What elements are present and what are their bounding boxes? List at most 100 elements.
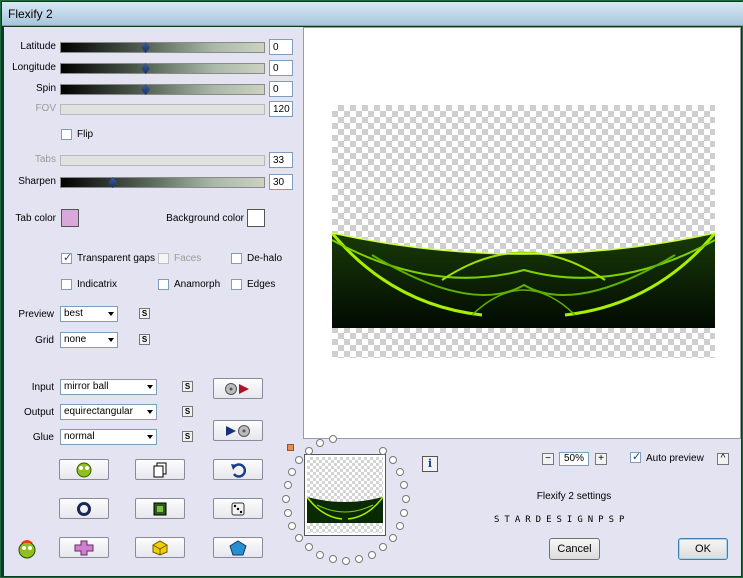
preview-label: Preview: [18, 309, 54, 320]
rotation-dot[interactable]: [315, 550, 324, 559]
zoom-out-button[interactable]: −: [542, 453, 554, 465]
auto-preview-label: Auto preview: [646, 453, 704, 464]
collapse-button[interactable]: ^: [717, 453, 729, 465]
sharpen-slider-thumb[interactable]: [108, 177, 118, 188]
output-s-button[interactable]: S: [182, 406, 193, 417]
rotation-dot[interactable]: [315, 439, 324, 448]
rotation-dot[interactable]: [342, 557, 350, 565]
anamorph-label: Anamorph: [174, 279, 221, 290]
frame-button[interactable]: [135, 498, 185, 519]
ring-icon: [77, 501, 91, 516]
tabs-slider[interactable]: [60, 155, 265, 166]
rotation-dot[interactable]: [295, 533, 304, 542]
rotation-dot[interactable]: [400, 481, 409, 490]
tab-color-swatch[interactable]: [61, 209, 79, 227]
glue-s-button[interactable]: S: [182, 431, 193, 442]
glue-value: normal: [64, 431, 95, 442]
preview-s-button[interactable]: S: [139, 308, 150, 319]
rotation-dot[interactable]: [396, 521, 405, 530]
longitude-value-field[interactable]: 0: [269, 60, 293, 76]
cancel-button[interactable]: Cancel: [549, 538, 600, 560]
fov-value-field[interactable]: 120: [269, 101, 293, 117]
rotation-dot[interactable]: [402, 495, 410, 503]
longitude-slider-thumb[interactable]: [141, 63, 151, 74]
zoom-in-button[interactable]: +: [595, 453, 607, 465]
rotation-dot[interactable]: [396, 468, 405, 477]
tabs-value-field[interactable]: 33: [269, 152, 293, 168]
rotation-dot[interactable]: [304, 446, 313, 455]
preview-select[interactable]: best: [60, 306, 118, 322]
ok-button[interactable]: OK: [678, 538, 728, 560]
rotation-dot[interactable]: [328, 434, 337, 443]
edges-checkbox[interactable]: [231, 279, 242, 290]
undo-button[interactable]: [213, 459, 263, 480]
rotation-dot[interactable]: [283, 481, 292, 490]
auto-preview-checkbox[interactable]: ✓: [630, 451, 641, 463]
input-s-button[interactable]: S: [182, 381, 193, 392]
anamorph-checkbox[interactable]: [158, 279, 169, 290]
sharpen-value-field[interactable]: 30: [269, 174, 293, 190]
polyhedron-button[interactable]: [213, 537, 263, 558]
cross-button[interactable]: [59, 537, 109, 558]
grid-s-button[interactable]: S: [139, 334, 150, 345]
cross-shape-icon: [74, 540, 94, 555]
window-title: Flexify 2: [8, 7, 53, 21]
faces-label: Faces: [174, 253, 202, 264]
rotation-dot[interactable]: [328, 555, 337, 564]
chevron-down-icon: [147, 435, 153, 439]
randomize-output-button[interactable]: [213, 420, 263, 441]
indicatrix-label: Indicatrix: [77, 279, 118, 290]
output-value: equirectangular: [64, 406, 133, 417]
flip-checkbox[interactable]: [61, 129, 72, 140]
info-button[interactable]: i: [422, 456, 438, 472]
random-button[interactable]: [213, 498, 263, 519]
rotation-dot[interactable]: [287, 468, 296, 477]
tabs-label: Tabs: [34, 154, 56, 165]
rotation-dot[interactable]: [287, 521, 296, 530]
latitude-slider-thumb[interactable]: [141, 42, 151, 53]
rotation-dot[interactable]: [283, 508, 292, 517]
rotation-dot[interactable]: [379, 446, 388, 455]
indicatrix-checkbox[interactable]: [61, 279, 72, 290]
undo-icon: [231, 462, 246, 478]
input-select[interactable]: mirror ball: [60, 379, 157, 395]
cube-icon: [152, 539, 168, 556]
rotation-dot[interactable]: [282, 495, 290, 503]
chevron-down-icon: [147, 385, 153, 389]
ring-button[interactable]: [59, 498, 109, 519]
frame-icon: [153, 502, 167, 515]
transparent-gaps-checkbox[interactable]: ✓: [61, 252, 72, 264]
spin-value-field[interactable]: 0: [269, 81, 293, 97]
rotation-dot[interactable]: [400, 508, 409, 517]
thumbnail-render: [307, 496, 383, 523]
rotation-dot[interactable]: [355, 555, 364, 564]
randomize-input-button[interactable]: [213, 378, 263, 399]
fov-label: FOV: [35, 103, 56, 114]
cube-button[interactable]: [135, 537, 185, 558]
latitude-slider[interactable]: [60, 42, 265, 53]
navigator-thumbnail[interactable]: [304, 454, 386, 536]
faces-checkbox[interactable]: [158, 253, 169, 264]
longitude-slider[interactable]: [60, 63, 265, 74]
rotation-dot[interactable]: [295, 456, 304, 465]
sharpen-slider[interactable]: [60, 177, 265, 188]
rotation-dot[interactable]: [304, 543, 313, 552]
output-select[interactable]: equirectangular: [60, 404, 157, 420]
grid-select[interactable]: none: [60, 332, 118, 348]
background-color-swatch[interactable]: [247, 209, 265, 227]
de-halo-checkbox[interactable]: [231, 253, 242, 264]
spin-slider[interactable]: [60, 84, 265, 95]
main-preview[interactable]: [303, 27, 741, 439]
open-preset-button[interactable]: [59, 459, 109, 480]
spin-slider-thumb[interactable]: [141, 84, 151, 95]
rotation-dot[interactable]: [388, 456, 397, 465]
preview-canvas: [332, 105, 715, 358]
glue-select[interactable]: normal: [60, 429, 157, 445]
fov-slider[interactable]: [60, 104, 265, 115]
grid-label: Grid: [35, 335, 54, 346]
rotation-dot[interactable]: [388, 533, 397, 542]
rotation-dot[interactable]: [379, 543, 388, 552]
latitude-value-field[interactable]: 0: [269, 39, 293, 55]
rotation-dot[interactable]: [368, 550, 377, 559]
copy-button[interactable]: [135, 459, 185, 480]
